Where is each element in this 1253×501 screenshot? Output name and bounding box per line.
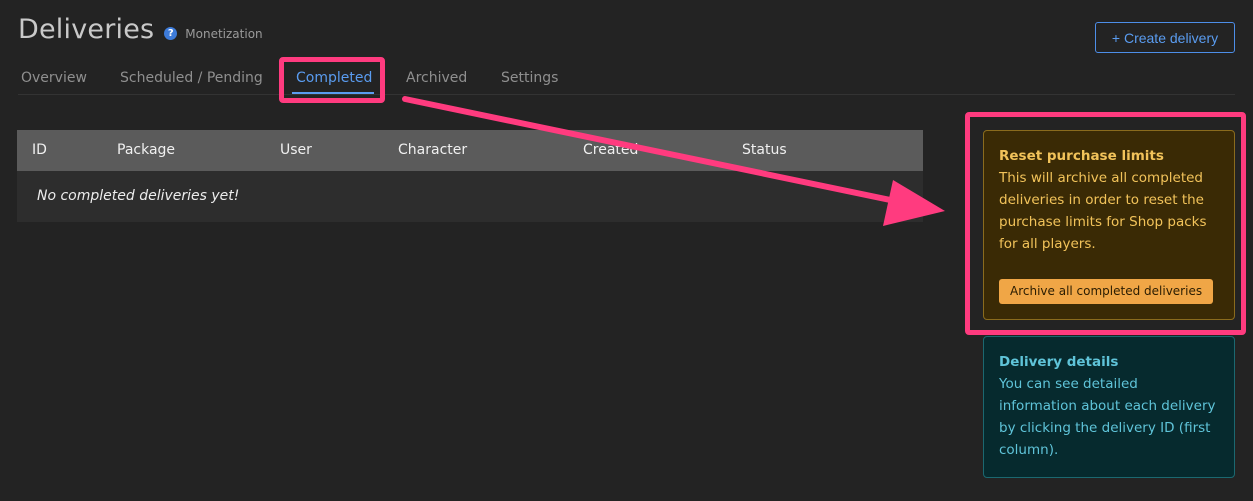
column-header-package[interactable]: Package xyxy=(117,142,175,158)
tab-archived[interactable]: Archived xyxy=(406,70,467,86)
reset-card-title: Reset purchase limits xyxy=(999,148,1164,164)
create-delivery-button[interactable]: + Create delivery xyxy=(1095,22,1235,53)
column-header-id[interactable]: ID xyxy=(32,142,47,158)
details-card-body: You can see detailed information about e… xyxy=(999,376,1216,458)
archive-all-completed-button[interactable]: Archive all completed deliveries xyxy=(999,279,1214,304)
column-header-user[interactable]: User xyxy=(280,142,312,158)
table-body: No completed deliveries yet! xyxy=(17,171,923,222)
column-header-created[interactable]: Created xyxy=(583,142,638,158)
page-subtitle: Monetization xyxy=(185,27,263,41)
question-circle-icon[interactable]: ? xyxy=(164,27,178,40)
page-header: Deliveries ? Monetization xyxy=(18,14,263,45)
reset-purchase-limits-card: Reset purchase limits This will archive … xyxy=(983,130,1235,320)
delivery-details-card: Delivery details You can see detailed in… xyxy=(983,336,1235,478)
column-header-character[interactable]: Character xyxy=(398,142,467,158)
tab-settings[interactable]: Settings xyxy=(501,70,558,86)
page-title: Deliveries xyxy=(18,14,155,45)
tab-highlight-box xyxy=(279,57,385,103)
tab-overview[interactable]: Overview xyxy=(21,70,87,86)
tab-bar: Overview Scheduled / Pending Completed A… xyxy=(18,62,1235,95)
table-header: ID Package User Character Created Status xyxy=(17,130,923,171)
reset-card-body: This will archive all completed deliveri… xyxy=(999,170,1207,252)
column-header-status[interactable]: Status xyxy=(742,142,787,158)
empty-table-message: No completed deliveries yet! xyxy=(37,188,240,204)
deliveries-table: ID Package User Character Created Status… xyxy=(17,130,923,222)
details-card-title: Delivery details xyxy=(999,354,1119,370)
tab-scheduled-pending[interactable]: Scheduled / Pending xyxy=(120,70,263,86)
